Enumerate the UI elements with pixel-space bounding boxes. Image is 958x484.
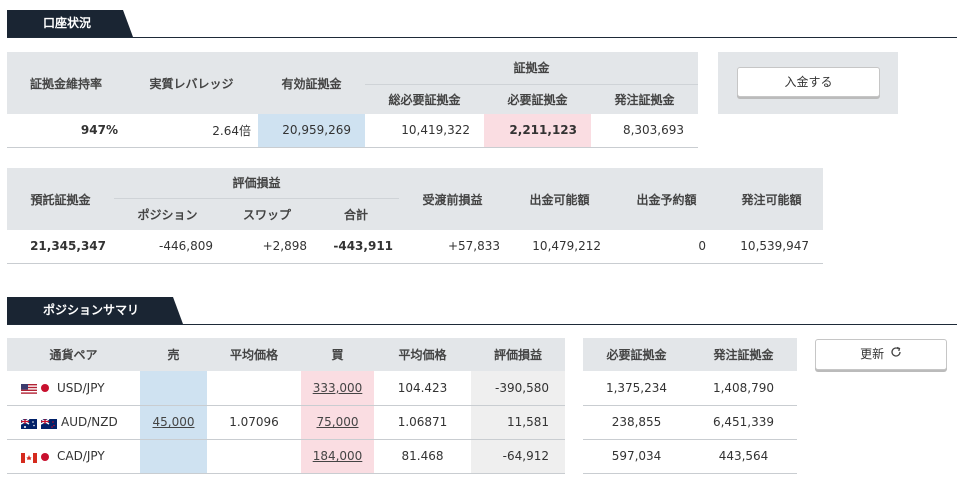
jp-flag-icon — [41, 384, 49, 393]
valuation-cell: 11,581 — [471, 405, 565, 440]
avg-sell-cell — [207, 371, 301, 406]
table-row[interactable]: CAD/JPY 184,000 81.468 -64,912 — [7, 439, 565, 474]
table-row[interactable]: AUD/NZD 45,000 1.07096 75,000 1.06871 11… — [7, 405, 565, 440]
value-maintenance-rate: 947% — [7, 114, 125, 148]
us-flag-icon — [21, 383, 37, 395]
required-cell: 597,034 — [583, 439, 690, 474]
pair-cell: USD/JPY — [7, 371, 140, 406]
table-row: 597,034 443,564 — [583, 439, 797, 474]
avg-buy-cell: 104.423 — [374, 371, 471, 406]
value-leverage: 2.64倍 — [125, 114, 258, 148]
header-avg-price-buy: 平均価格 — [374, 338, 471, 371]
header-pre-delivery: 受渡前損益 — [399, 168, 507, 230]
header-order-margin-pos: 発注証拠金 — [690, 338, 797, 371]
value-effective-margin: 20,959,269 — [258, 114, 365, 148]
header-sell: 売 — [140, 338, 207, 371]
header-valuation-group: 評価損益 — [114, 168, 400, 199]
required-cell: 1,375,234 — [583, 371, 690, 406]
avg-sell-cell — [207, 439, 301, 474]
header-buy: 買 — [301, 338, 374, 371]
header-avg-price-sell: 平均価格 — [207, 338, 301, 371]
valuation-cell: -64,912 — [471, 439, 565, 474]
header-required-margin: 必要証拠金 — [583, 338, 690, 371]
order-cell: 6,451,339 — [690, 405, 797, 440]
header-total-required: 総必要証拠金 — [365, 84, 484, 114]
account-status-header: 口座状況 — [7, 10, 957, 38]
header-withdraw-reserved: 出金予約額 — [613, 168, 721, 230]
header-pair: 通貨ペア — [7, 338, 140, 371]
header-effective-margin: 有効証拠金 — [258, 52, 365, 114]
value-order-margin: 8,303,693 — [591, 114, 699, 148]
header-valuation: 評価損益 — [471, 338, 565, 371]
margin-table: 証拠金維持率 実質レバレッジ 有効証拠金 証拠金 総必要証拠金 必要証拠金 発注… — [7, 52, 699, 148]
sell-cell-wrap: 45,000 — [140, 405, 207, 440]
sell-cell[interactable] — [140, 371, 207, 406]
pair-label: CAD/JPY — [57, 449, 105, 463]
header-total: 合計 — [313, 198, 400, 230]
buy-cell-wrap: 184,000 — [301, 439, 374, 474]
value-total-required: 10,419,322 — [365, 114, 484, 148]
sell-link[interactable]: 45,000 — [153, 415, 195, 429]
valuation-cell: -390,580 — [471, 371, 565, 406]
header-leverage: 実質レバレッジ — [125, 52, 258, 114]
header-order-margin: 発注証拠金 — [591, 84, 699, 114]
order-cell: 1,408,790 — [690, 371, 797, 406]
value-orderable: 10,539,947 — [720, 230, 824, 264]
header-swap: スワップ — [221, 198, 313, 230]
header-orderable: 発注可能額 — [720, 168, 824, 230]
position-summary-header: ポジションサマリ — [7, 297, 957, 325]
refresh-icon — [890, 340, 902, 369]
pair-label: USD/JPY — [57, 380, 105, 395]
header-maintenance-rate: 証拠金維持率 — [7, 52, 125, 114]
sell-cell[interactable] — [140, 439, 207, 474]
value-required: 2,211,123 — [484, 114, 591, 148]
header-required: 必要証拠金 — [484, 84, 591, 114]
value-swap: +2,898 — [221, 230, 313, 264]
table-row[interactable]: USD/JPY 333,000 104.423 -390,580 — [7, 371, 565, 406]
jp-flag-icon — [41, 452, 49, 461]
refresh-button[interactable]: 更新 — [815, 339, 947, 370]
balance-table: 預託証拠金 評価損益 受渡前損益 出金可能額 出金予約額 発注可能額 ポジション… — [7, 168, 824, 264]
value-total: -443,911 — [313, 230, 400, 264]
header-margin-group: 証拠金 — [365, 52, 699, 85]
position-table: 通貨ペア 売 平均価格 買 平均価格 評価損益 USD/JPY 333,000 … — [7, 338, 565, 474]
pair-label: AUD/NZD — [61, 415, 118, 429]
value-deposit-margin: 21,345,347 — [7, 230, 114, 264]
value-pre-delivery: +57,833 — [399, 230, 507, 264]
header-position: ポジション — [114, 198, 221, 230]
table-row: 1,375,234 1,408,790 — [583, 371, 797, 406]
pair-margin-table: 必要証拠金 発注証拠金 1,375,234 1,408,790 238,855 … — [583, 338, 797, 474]
avg-buy-cell: 1.06871 — [374, 405, 471, 440]
header-withdrawable: 出金可能額 — [506, 168, 614, 230]
buy-link[interactable]: 184,000 — [313, 449, 363, 463]
buy-link[interactable]: 333,000 — [313, 381, 363, 395]
buy-cell-wrap: 333,000 — [301, 371, 374, 406]
pair-cell: AUD/NZD — [7, 405, 140, 440]
au-flag-icon — [20, 417, 37, 429]
order-cell: 443,564 — [690, 439, 797, 474]
avg-sell-cell: 1.07096 — [207, 405, 301, 440]
value-position: -446,809 — [114, 230, 221, 264]
buy-cell-wrap: 75,000 — [301, 405, 374, 440]
deposit-button[interactable]: 入金する — [737, 67, 880, 97]
nz-flag-icon — [40, 417, 57, 429]
value-withdrawable: 10,479,212 — [506, 230, 614, 264]
account-status-title: 口座状況 — [7, 10, 133, 37]
ca-flag-icon — [21, 452, 37, 463]
header-deposit-margin: 預託証拠金 — [7, 168, 114, 230]
buy-link[interactable]: 75,000 — [317, 415, 359, 429]
refresh-label: 更新 — [860, 347, 885, 361]
value-withdraw-reserved: 0 — [613, 230, 721, 264]
table-row: 238,855 6,451,339 — [583, 405, 797, 440]
pair-cell: CAD/JPY — [7, 439, 140, 474]
required-cell: 238,855 — [583, 405, 690, 440]
position-summary-title: ポジションサマリ — [7, 297, 183, 324]
avg-buy-cell: 81.468 — [374, 439, 471, 474]
